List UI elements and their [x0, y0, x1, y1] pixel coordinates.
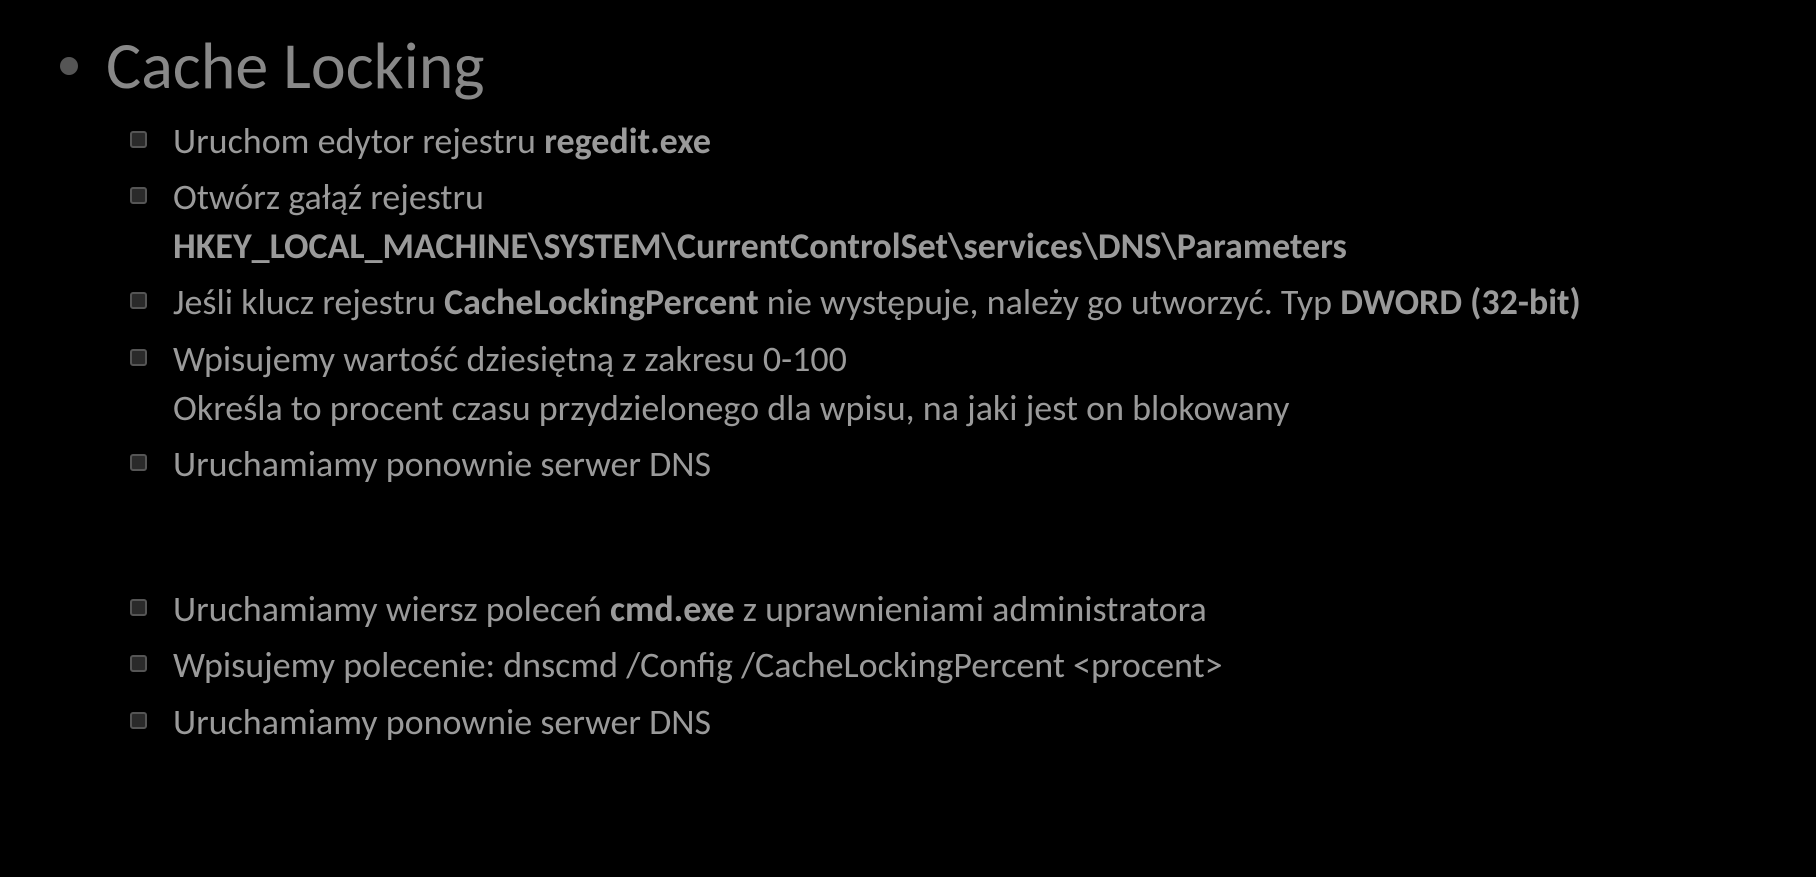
item-text: Uruchom edytor rejestru regedit.exe [173, 117, 711, 166]
list-item: Uruchamiamy ponownie serwer DNS [130, 440, 1746, 489]
bold-span: HKEY_LOCAL_MACHINE\SYSTEM\CurrentControl… [173, 224, 1347, 268]
bold-span: cmd.exe [610, 587, 735, 631]
heading-row: Cache Locking [60, 30, 1746, 103]
text-span: Otwórz gałąź rejestru [173, 175, 484, 219]
list-item: Uruchamiamy wiersz poleceń cmd.exe z upr… [130, 585, 1746, 634]
list-item: Uruchom edytor rejestru regedit.exe [130, 117, 1746, 166]
text-span: Uruchamiamy wiersz poleceń [173, 587, 610, 631]
square-bullet-icon [130, 187, 147, 204]
square-bullet-icon [130, 655, 147, 672]
item-text: Wpisujemy polecenie: dnscmd /Config /Cac… [173, 641, 1223, 690]
list-item: Wpisujemy polecenie: dnscmd /Config /Cac… [130, 641, 1746, 690]
item-text: Jeśli klucz rejestru CacheLockingPercent… [173, 278, 1581, 327]
list-item: Uruchamiamy ponownie serwer DNS [130, 698, 1746, 747]
list-item: Wpisujemy wartość dziesiętną z zakresu 0… [130, 335, 1746, 432]
item-text: Otwórz gałąź rejestru HKEY_LOCAL_MACHINE… [173, 173, 1347, 270]
text-span: Uruchom edytor rejestru [173, 119, 544, 163]
text-span: z uprawnieniami administratora [735, 587, 1207, 631]
bold-span: CacheLockingPercent [444, 280, 759, 324]
bold-span: DWORD (32-bit) [1340, 280, 1581, 324]
square-bullet-icon [130, 599, 147, 616]
item-text: Wpisujemy wartość dziesiętną z zakresu 0… [173, 335, 1289, 432]
text-span: Określa to procent czasu przydzielonego … [173, 386, 1289, 430]
square-bullet-icon [130, 131, 147, 148]
square-bullet-icon [130, 349, 147, 366]
text-span: Wpisujemy wartość dziesiętną z zakresu 0… [173, 337, 847, 381]
text-span: nie występuje, należy go utworzyć. Typ [759, 280, 1341, 324]
slide: Cache Locking Uruchom edytor rejestru re… [0, 0, 1816, 785]
item-text: Uruchamiamy wiersz poleceń cmd.exe z upr… [173, 585, 1207, 634]
bold-span: regedit.exe [544, 119, 711, 163]
list-item: Jeśli klucz rejestru CacheLockingPercent… [130, 278, 1746, 327]
text-span: Jeśli klucz rejestru [173, 280, 444, 324]
square-bullet-icon [130, 454, 147, 471]
slide-heading: Cache Locking [106, 30, 485, 103]
square-bullet-icon [130, 712, 147, 729]
spacer [70, 497, 1746, 577]
item-text: Uruchamiamy ponownie serwer DNS [173, 440, 711, 489]
item-text: Uruchamiamy ponownie serwer DNS [173, 698, 711, 747]
list-item: Otwórz gałąź rejestru HKEY_LOCAL_MACHINE… [130, 173, 1746, 270]
square-bullet-icon [130, 292, 147, 309]
list-secondary: Uruchamiamy wiersz poleceń cmd.exe z upr… [130, 585, 1746, 747]
list-primary: Uruchom edytor rejestru regedit.exe Otwó… [130, 117, 1746, 489]
bullet-icon [60, 57, 78, 75]
